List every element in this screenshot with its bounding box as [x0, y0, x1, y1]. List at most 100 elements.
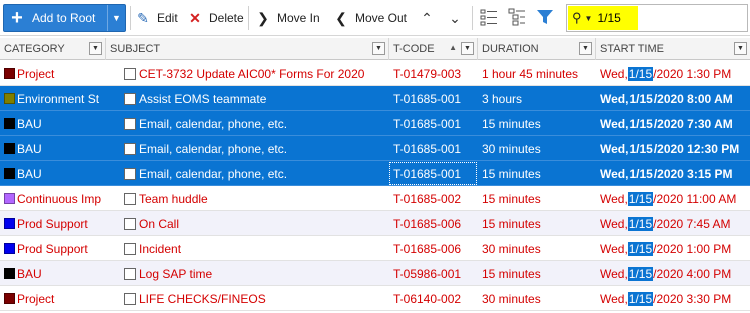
category-text: Prod Support	[17, 216, 88, 231]
table-row[interactable]: Prod Support On Call T-01685-006 15 minu…	[0, 211, 750, 236]
search-match-highlight: 1/15	[627, 216, 654, 231]
add-dropdown-chevron-icon[interactable]: ▼	[107, 5, 125, 31]
complete-checkbox[interactable]	[124, 167, 136, 180]
column-header-subject[interactable]: SUBJECT ▼	[106, 38, 389, 60]
delete-button[interactable]: ✕ Delete	[186, 4, 244, 32]
duration-cell: 15 minutes	[482, 116, 541, 131]
edit-button[interactable]: ✎ Edit	[134, 4, 178, 32]
table-row[interactable]: BAU Email, calendar, phone, etc. T-01685…	[0, 136, 750, 161]
table-row[interactable]: BAU Log SAP time T-05986-001 15 minutes …	[0, 261, 750, 286]
duration-cell: 15 minutes	[482, 191, 541, 206]
start-time-cell: Wed, 1/15/2020 12:30 PM	[600, 136, 750, 161]
subject-cell: Assist EOMS teammate	[106, 86, 389, 111]
column-filter-dropdown-icon[interactable]: ▼	[734, 42, 747, 55]
start-time-prefix: Wed,	[600, 116, 629, 131]
move-down-chevron-icon[interactable]: ⌄	[444, 4, 466, 32]
complete-checkbox[interactable]	[124, 217, 136, 230]
search-match-highlight: 1/15	[627, 266, 654, 281]
category-color-swatch	[4, 118, 15, 129]
start-time-cell: Wed, 1/15/2020 11:00 AM	[600, 186, 750, 211]
category-cell: Project	[0, 61, 106, 86]
complete-checkbox[interactable]	[124, 142, 136, 155]
start-time-suffix: /2020 11:00 AM	[653, 191, 737, 206]
complete-checkbox[interactable]	[124, 192, 136, 205]
column-header-tcode[interactable]: T-CODE ▲ ▼	[389, 38, 478, 60]
search-match-highlight: 1/15	[627, 241, 654, 256]
start-time-suffix: /2020 7:45 AM	[653, 216, 731, 231]
add-to-root-button[interactable]: + Add to Root ▼	[3, 4, 126, 32]
table-row[interactable]: Continuous Imp Team huddle T-01685-002 1…	[0, 186, 750, 211]
subject-cell: CET-3732 Update AIC00* Forms For 2020	[106, 61, 389, 86]
grid-header: CATEGORY ▼ SUBJECT ▼ T-CODE ▲ ▼ DURATION…	[0, 38, 750, 60]
tcode-cell: T-01685-002	[393, 191, 462, 206]
duration-cell: 15 minutes	[482, 216, 541, 231]
plus-icon: +	[11, 7, 23, 29]
start-time-prefix: Wed,	[600, 141, 629, 156]
start-time-prefix: Wed,	[600, 291, 628, 306]
duration-cell: 30 minutes	[482, 141, 541, 156]
start-time-prefix: Wed,	[600, 166, 629, 181]
filter-funnel-icon[interactable]	[534, 6, 556, 28]
list-view-icon[interactable]	[478, 6, 500, 28]
complete-checkbox[interactable]	[124, 92, 136, 105]
table-row[interactable]: Project CET-3732 Update AIC00* Forms For…	[0, 61, 750, 86]
move-out-button[interactable]: ❮ Move Out	[332, 4, 407, 32]
search-box[interactable]: ⚲ ▼ 1/15	[566, 4, 748, 32]
tcode-cell: T-06140-002	[393, 291, 462, 306]
table-row[interactable]: Environment St Assist EOMS teammate T-01…	[0, 86, 750, 111]
toolbar-divider	[248, 6, 249, 30]
tree-view-icon[interactable]	[506, 6, 528, 28]
tcode-cell: T-01479-003	[393, 66, 462, 81]
delete-label: Delete	[209, 11, 244, 25]
table-row[interactable]: Prod Support Incident T-01685-006 30 min…	[0, 236, 750, 261]
start-time-cell: Wed, 1/15/2020 7:30 AM	[600, 111, 750, 136]
table-row[interactable]: BAU Email, calendar, phone, etc. T-01685…	[0, 161, 750, 186]
category-color-swatch	[4, 268, 15, 279]
complete-checkbox[interactable]	[124, 292, 136, 305]
subject-text: Incident	[139, 241, 182, 256]
complete-checkbox[interactable]	[124, 117, 136, 130]
start-time-prefix: Wed,	[600, 216, 628, 231]
start-time-cell: Wed, 1/15/2020 1:00 PM	[600, 236, 750, 261]
subject-text: On Call	[139, 216, 180, 231]
subject-text: Email, calendar, phone, etc.	[139, 116, 288, 131]
column-filter-dropdown-icon[interactable]: ▼	[89, 42, 102, 55]
column-filter-dropdown-icon[interactable]: ▼	[461, 42, 474, 55]
move-up-chevron-icon[interactable]: ⌃	[416, 4, 438, 32]
tcode-cell: T-05986-001	[393, 266, 462, 281]
column-filter-dropdown-icon[interactable]: ▼	[579, 42, 592, 55]
table-row[interactable]: BAU Email, calendar, phone, etc. T-01685…	[0, 111, 750, 136]
move-in-button[interactable]: ❯ Move In	[254, 4, 320, 32]
start-time-suffix: /2020 8:00 AM	[653, 91, 733, 106]
start-time-cell: Wed, 1/15/2020 7:45 AM	[600, 211, 750, 236]
category-text: Project	[17, 291, 55, 306]
category-text: BAU	[17, 166, 42, 181]
tcode-cell: T-01685-001	[393, 141, 462, 156]
column-title: START TIME	[600, 43, 664, 55]
search-match-highlight: 1/15	[627, 291, 654, 306]
complete-checkbox[interactable]	[124, 67, 136, 80]
category-cell: Environment St	[0, 86, 106, 111]
column-header-duration[interactable]: DURATION ▼	[478, 38, 596, 60]
subject-text: CET-3732 Update AIC00* Forms For 2020	[139, 66, 365, 81]
search-dropdown-chevron-icon[interactable]: ▼	[585, 14, 593, 23]
start-time-suffix: /2020 3:15 PM	[653, 166, 733, 181]
column-header-start-time[interactable]: START TIME ▼	[596, 38, 750, 60]
column-header-category[interactable]: CATEGORY ▼	[0, 38, 106, 60]
delete-x-icon: ✕	[189, 9, 201, 26]
subject-text: LIFE CHECKS/FINEOS	[139, 291, 266, 306]
category-color-swatch	[4, 68, 15, 79]
subject-cell: Incident	[106, 236, 389, 261]
toolbar: + Add to Root ▼ ✎ Edit ✕ Delete ❯ Move I…	[0, 0, 750, 36]
category-cell: BAU	[0, 161, 106, 186]
column-title: DURATION	[482, 43, 539, 55]
complete-checkbox[interactable]	[124, 242, 136, 255]
category-color-swatch	[4, 193, 15, 204]
table-row[interactable]: Project LIFE CHECKS/FINEOS T-06140-002 3…	[0, 286, 750, 311]
subject-cell: Email, calendar, phone, etc.	[106, 161, 389, 186]
column-filter-dropdown-icon[interactable]: ▼	[372, 42, 385, 55]
subject-text: Team huddle	[139, 191, 208, 206]
add-to-root-label: Add to Root	[32, 11, 96, 25]
complete-checkbox[interactable]	[124, 267, 136, 280]
category-color-swatch	[4, 93, 15, 104]
